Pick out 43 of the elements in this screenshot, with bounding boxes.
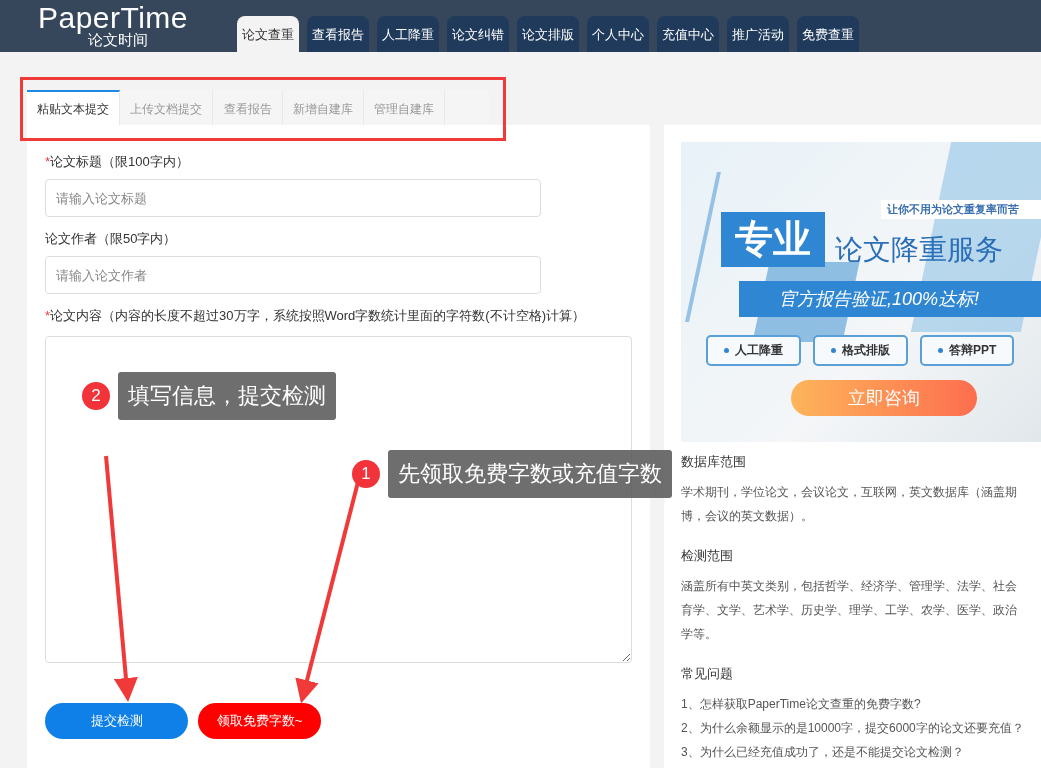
nav-tab[interactable]: 论文查重 [237, 16, 299, 52]
input-field[interactable]: 请输入论文标题 [45, 179, 541, 217]
info-text: 学等。 [681, 626, 717, 643]
section-heading: 数据库范围 [681, 453, 746, 471]
action-button[interactable]: 提交检测 [45, 703, 188, 739]
info-text: 2、为什么余额显示的是10000字，提交6000字的论文还要充值？ [681, 720, 1024, 737]
section-heading: 常见问题 [681, 665, 733, 683]
nav-tab[interactable]: 个人中心 [587, 16, 649, 52]
banner-ribbon: 官方报告验证,100%达标! [739, 281, 1041, 317]
sub-tab[interactable]: 粘贴文本提交 [27, 90, 120, 125]
input-field[interactable]: 请输入论文作者 [45, 256, 541, 294]
banner-headline: 论文降重服务 [835, 233, 1003, 267]
callout-text: 先领取免费字数或充值字数 [388, 450, 672, 498]
nav-tab[interactable]: 免费查重 [797, 16, 859, 52]
info-text: 育学、文学、艺术学、历史学、理学、工学、农学、医学、政治 [681, 602, 1017, 619]
field-label: 论文作者（限50字内） [45, 230, 177, 248]
callout-text: 填写信息，提交检测 [118, 372, 336, 420]
info-text: 3、为什么已经充值成功了，还是不能提交论文检测？ [681, 744, 964, 761]
required-marker: * [45, 153, 51, 171]
nav-tab[interactable]: 查看报告 [307, 16, 369, 52]
banner-pill: 人工降重 [706, 335, 801, 366]
section-heading: 检测范围 [681, 547, 733, 565]
field-label: 论文内容（内容的长度不超过30万字，系统按照Word字数统计里面的字符数(不计空格)计算） [50, 307, 585, 325]
action-button[interactable]: 领取免费字数~ [198, 703, 321, 739]
promo-banner[interactable]: 让你不用为论文重复率而苦 专业 论文降重服务 官方报告验证,100%达标! 人工降重 格式排版 答辩PPT 立即咨询 [681, 142, 1041, 442]
info-text: 学术期刊，学位论文，会议论文，互联网，英文数据库（涵盖期 [681, 484, 1017, 501]
logo[interactable]: PaperTime 论文时间 [0, 0, 211, 52]
info-text: 1、怎样获取PaperTime论文查重的免费字数? [681, 696, 921, 713]
banner-badge: 专业 [721, 211, 825, 267]
logo-subtitle: 论文时间 [88, 32, 148, 48]
info-text: 涵盖所有中英文类别，包括哲学、经济学、管理学、法学、社会 [681, 578, 1017, 595]
nav-tab[interactable]: 论文排版 [517, 16, 579, 52]
logo-text: PaperTime [37, 4, 189, 32]
banner-tagline: 让你不用为论文重复率而苦 [881, 200, 1041, 219]
required-marker: * [45, 307, 51, 325]
nav-tab[interactable]: 推广活动 [727, 16, 789, 52]
field-label: 论文标题（限100字内） [50, 153, 189, 171]
banner-pill: 答辩PPT [920, 335, 1015, 366]
banner-pill: 格式排版 [813, 335, 908, 366]
nav-tab[interactable]: 论文纠错 [447, 16, 509, 52]
nav-tab[interactable]: 充值中心 [657, 16, 719, 52]
nav-tab[interactable]: 人工降重 [377, 16, 439, 52]
info-text: 博，会议的英文数据）。 [681, 508, 813, 525]
